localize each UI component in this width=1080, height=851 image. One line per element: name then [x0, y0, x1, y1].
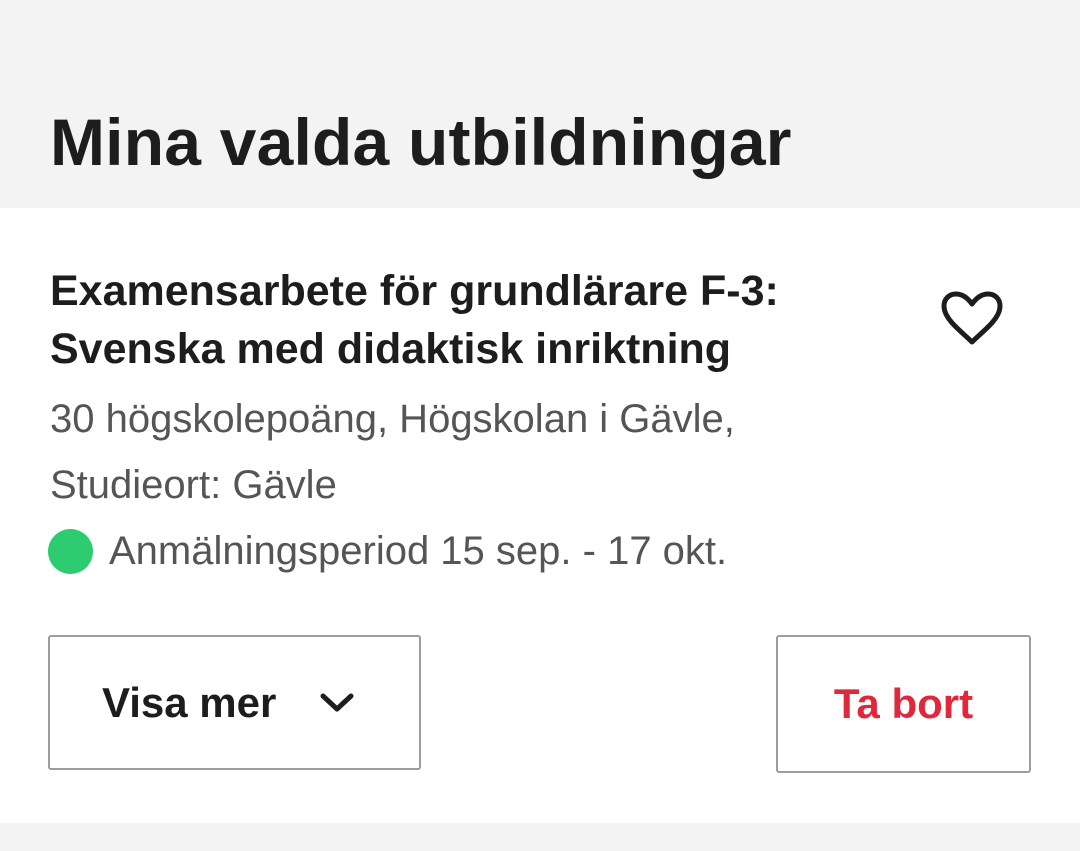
- chevron-down-icon: [318, 691, 356, 715]
- open-status-dot-icon: [48, 528, 93, 574]
- remove-label: Ta bort: [833, 680, 974, 727]
- heart-outline-icon: [941, 291, 1003, 345]
- course-title-line-1: Examensarbete för grundlärare F-3:: [50, 267, 779, 315]
- remove-button[interactable]: Ta bort: [776, 635, 1031, 773]
- bottom-background-strip: [0, 823, 1080, 851]
- course-title: Examensarbete för grundlärare F-3: Svens…: [50, 262, 920, 378]
- page-header: Mina valda utbildningar: [0, 0, 1080, 208]
- favorite-button[interactable]: [936, 286, 1008, 352]
- show-more-button[interactable]: Visa mer: [48, 635, 421, 770]
- course-location: Studieort: Gävle: [50, 463, 337, 507]
- show-more-label: Visa mer: [102, 678, 277, 726]
- course-title-line-2: Svenska med didaktisk inriktning: [50, 325, 732, 373]
- course-points-and-school: 30 högskolepoäng, Högskolan i Gävle,: [50, 397, 735, 441]
- course-card: Examensarbete för grundlärare F-3: Svens…: [0, 208, 1080, 823]
- application-period: Anmälningsperiod 15 sep. - 17 okt.: [48, 521, 727, 581]
- page-title: Mina valda utbildningar: [50, 105, 792, 179]
- application-period-text: Anmälningsperiod 15 sep. - 17 okt.: [109, 529, 728, 573]
- course-meta: 30 högskolepoäng, Högskolan i Gävle, Stu…: [50, 386, 930, 518]
